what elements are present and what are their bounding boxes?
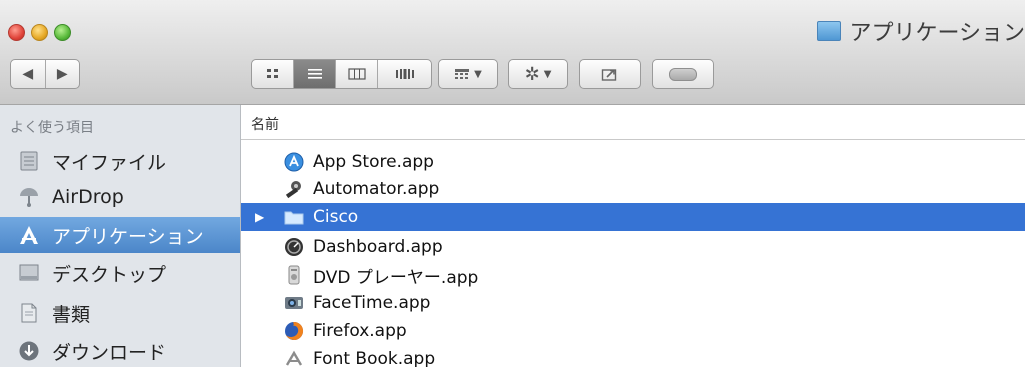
window-title: アプリケーション — [817, 16, 1025, 46]
font-book-icon — [284, 349, 304, 367]
file-row-firefox[interactable]: Firefox.app — [241, 317, 1025, 345]
facetime-icon — [284, 293, 304, 313]
file-name: App Store.app — [313, 152, 434, 172]
airdrop-icon — [18, 186, 40, 208]
sidebar-item-label: マイファイル — [52, 151, 167, 174]
file-row-dvd-player[interactable]: DVD プレーヤー.app — [241, 261, 1025, 289]
file-name: Dashboard.app — [313, 237, 443, 257]
sidebar-item-downloads[interactable]: ダウンロード — [0, 333, 240, 367]
documents-icon — [18, 302, 40, 324]
chevron-down-icon: ▼ — [474, 68, 482, 80]
file-name: Firefox.app — [313, 321, 407, 341]
file-name: Automator.app — [313, 179, 440, 199]
column-header-label: 名前 — [251, 117, 279, 133]
sidebar-item-label: AirDrop — [52, 186, 124, 208]
firefox-icon — [284, 321, 304, 341]
downloads-icon — [18, 340, 40, 362]
file-row-automator[interactable]: Automator.app — [241, 175, 1025, 203]
chevron-down-icon: ▼ — [543, 68, 552, 80]
sidebar-item-label: 書類 — [52, 303, 91, 326]
sidebar-item-all-my-files[interactable]: マイファイル — [0, 143, 240, 179]
desktop-icon — [18, 262, 40, 284]
share-button[interactable] — [579, 59, 641, 89]
column-view-button[interactable] — [336, 60, 378, 88]
share-icon — [601, 69, 617, 81]
window-title-text: アプリケーション — [849, 21, 1025, 46]
automator-icon — [284, 179, 304, 199]
file-name: DVD プレーヤー.app — [313, 267, 479, 288]
toolbar: アプリケーション ◀ ▶ ▼ ✲ ▼ — [0, 0, 1025, 105]
file-row-cisco[interactable]: ▶ Cisco — [241, 203, 1025, 231]
coverflow-view-button[interactable] — [378, 60, 431, 88]
list-icon — [307, 69, 322, 79]
action-button[interactable]: ✲ ▼ — [508, 59, 568, 89]
arrange-button[interactable]: ▼ — [438, 59, 498, 89]
file-name: FaceTime.app — [313, 293, 431, 313]
view-mode-control — [251, 59, 432, 89]
app-store-icon — [284, 152, 304, 172]
list-view-button[interactable] — [294, 60, 336, 88]
file-list: 名前 App Store.app Automator.app ▶ Cisco D… — [241, 105, 1025, 367]
applications-icon — [18, 224, 40, 246]
sidebar-item-label: アプリケーション — [52, 225, 204, 248]
back-arrow-icon: ◀ — [22, 66, 34, 82]
icon-view-button[interactable] — [252, 60, 294, 88]
zoom-button[interactable] — [54, 24, 71, 41]
folder-icon — [817, 21, 842, 41]
coverflow-icon — [395, 69, 414, 79]
sidebar-item-documents[interactable]: 書類 — [0, 295, 240, 331]
name-column-header[interactable]: 名前 — [241, 105, 1025, 140]
tag-icon — [669, 67, 697, 81]
dashboard-icon — [284, 237, 304, 257]
back-button[interactable]: ◀ — [11, 60, 46, 88]
finder-window: アプリケーション ◀ ▶ ▼ ✲ ▼ よく使う項目 マイファイル AirDrop… — [0, 0, 1025, 367]
sidebar-item-desktop[interactable]: デスクトップ — [0, 255, 240, 291]
file-row-dashboard[interactable]: Dashboard.app — [241, 233, 1025, 261]
grid-icon — [266, 69, 278, 78]
sidebar-item-applications[interactable]: アプリケーション — [0, 217, 240, 253]
disclosure-triangle-icon[interactable]: ▶ — [255, 210, 271, 224]
sidebar-item-label: デスクトップ — [52, 263, 167, 286]
sidebar: よく使う項目 マイファイル AirDrop アプリケーション デスクトップ 書類… — [0, 105, 241, 367]
file-row-font-book[interactable]: Font Book.app — [241, 345, 1025, 367]
file-row-app-store[interactable]: App Store.app — [241, 148, 1025, 176]
gear-icon: ✲ — [524, 63, 540, 85]
folder-icon — [284, 207, 304, 227]
sidebar-header: よく使う項目 — [10, 120, 94, 136]
columns-icon — [347, 68, 366, 80]
sidebar-item-label: ダウンロード — [52, 341, 167, 364]
file-name: Cisco — [313, 207, 359, 227]
dvd-player-icon — [284, 265, 304, 285]
file-name: Font Book.app — [313, 349, 436, 367]
back-forward-control: ◀ ▶ — [10, 59, 80, 89]
minimize-button[interactable] — [31, 24, 48, 41]
close-button[interactable] — [8, 24, 25, 41]
forward-button[interactable]: ▶ — [46, 60, 80, 88]
all-my-files-icon — [18, 150, 40, 172]
tags-button[interactable] — [652, 59, 714, 89]
file-row-facetime[interactable]: FaceTime.app — [241, 289, 1025, 317]
sidebar-item-airdrop[interactable]: AirDrop — [0, 179, 240, 215]
arrange-icon — [455, 69, 470, 79]
forward-arrow-icon: ▶ — [56, 66, 68, 82]
